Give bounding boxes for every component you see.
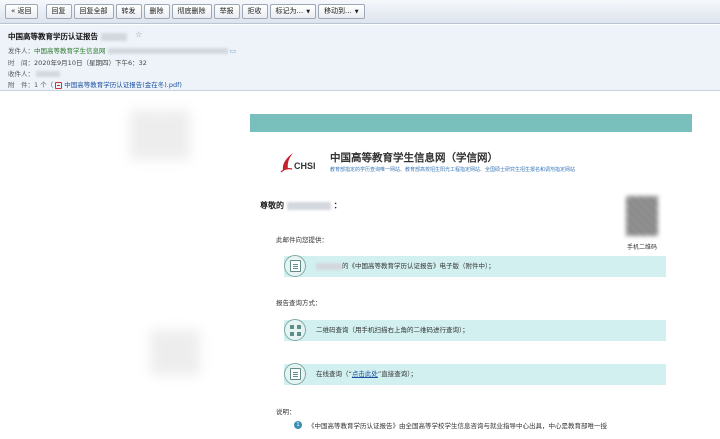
greeting: 尊敬的 ：: [260, 200, 342, 211]
qr-method-bar: 二维码查询（用手机扫描右上角的二维码进行查询）；: [284, 320, 666, 341]
move-to-label: 移动到...: [324, 7, 352, 15]
report-button[interactable]: 举报: [213, 4, 240, 19]
brand-title: 中国高等教育学生信息网（学信网）: [330, 152, 498, 164]
redacted-mosaic: [150, 330, 200, 375]
method-qr: 二维码查询（用手机扫描右上角的二维码进行查询）；: [316, 326, 469, 334]
document-icon: [284, 255, 306, 277]
pdf-icon: [55, 81, 63, 89]
chevron-down-icon: ▼: [306, 9, 311, 15]
note-text: 《中国高等教育学历认证报告》由全国高等学校学生信息咨询与就业指导中心出具，中心是…: [308, 422, 607, 430]
provided-item: 的《中国高等教育学历认证报告》电子版（附件中）；: [342, 262, 495, 270]
mail-body: CHSI 中国高等教育学生信息网（学信网） 教育部指定的学历查询唯一网站、教育部…: [250, 114, 692, 439]
logo-text: CHSI: [294, 161, 316, 171]
star-icon[interactable]: ☆: [135, 30, 142, 39]
attachment-label: 附 件：: [8, 81, 34, 89]
recipient-row: 收件人：: [8, 68, 61, 78]
redacted-block: [36, 71, 61, 77]
redacted-mosaic: [130, 110, 190, 160]
redacted-block: [107, 48, 228, 54]
methods-heading: 报告查询方式：: [276, 299, 322, 307]
note-number-badge: 1: [294, 421, 302, 429]
chsi-logo: CHSI: [280, 150, 326, 176]
mark-as-dropdown[interactable]: 标记为... ▼: [269, 4, 317, 19]
recipient-label: 收件人：: [8, 70, 34, 78]
redacted-block: [316, 262, 342, 270]
sender-label: 发件人：: [8, 47, 34, 55]
greeting-prefix: 尊敬的: [260, 201, 284, 210]
reply-button[interactable]: 回复: [45, 4, 72, 19]
qr-code: [626, 196, 658, 236]
mail-header: 中国高等教育学历认证报告 ☆ 发件人：中国高等教育学生信息网 ▭ 时 间：202…: [0, 25, 720, 91]
contact-card-icon[interactable]: ▭: [230, 47, 237, 55]
notes-heading: 说明：: [276, 408, 296, 416]
forward-button[interactable]: 转发: [115, 4, 142, 19]
mail-toolbar: « 返回 回复 回复全部 转发 删除 彻底删除 举报 拒收 标记为... ▼ 移动…: [0, 0, 720, 24]
chevron-down-icon: ▼: [354, 9, 359, 15]
attachment-link[interactable]: 中国高等教育学历认证报告(金在冬).pdf): [64, 81, 182, 89]
redacted-block: [100, 33, 127, 41]
sender-row: 发件人：中国高等教育学生信息网 ▭: [8, 45, 236, 55]
mark-as-label: 标记为...: [275, 7, 304, 15]
brand-tagline: 教育部指定的学历查询唯一网站、教育部高校招生阳光工程指定网站、全国硕士研究生招生…: [330, 167, 576, 173]
method-online-prefix: 在线查询（“: [316, 370, 352, 378]
sender-name[interactable]: 中国高等教育学生信息网: [34, 47, 106, 55]
delete-permanent-button[interactable]: 彻底删除: [171, 4, 212, 19]
reply-all-button[interactable]: 回复全部: [73, 4, 114, 19]
move-to-dropdown[interactable]: 移动到... ▼: [318, 4, 365, 19]
online-query-icon: [284, 363, 306, 385]
qr-label: 手机二维码: [627, 244, 658, 251]
accent-bar: [250, 114, 692, 132]
provided-heading: 此邮件向您提供：: [276, 236, 328, 244]
delete-button[interactable]: 删除: [143, 4, 170, 19]
back-button[interactable]: « 返回: [5, 4, 38, 19]
time-row: 时 间：2020年9月10日（星期四）下午6：32: [8, 57, 147, 67]
attachment-row: 附 件：1 个（ 中国高等教育学历认证报告(金在冬).pdf): [8, 79, 182, 89]
attachment-count: 1 个（: [34, 81, 54, 89]
subject-text: 中国高等教育学历认证报告: [8, 32, 98, 41]
online-method-bar: 在线查询（“点击此处”直接查询）；: [284, 364, 666, 385]
provided-bar: 的《中国高等教育学历认证报告》电子版（附件中）；: [284, 256, 666, 277]
time-label: 时 间：: [8, 59, 34, 67]
online-query-link[interactable]: 点击此处: [352, 370, 378, 378]
redacted-block: [286, 201, 331, 210]
reject-button[interactable]: 拒收: [241, 4, 268, 19]
method-online-suffix: ”直接查询）；: [377, 370, 417, 378]
mail-subject: 中国高等教育学历认证报告: [8, 31, 127, 42]
time-value: 2020年9月10日（星期四）下午6：32: [34, 59, 147, 67]
qr-scan-icon: [284, 319, 306, 341]
greeting-suffix: ：: [333, 201, 342, 210]
